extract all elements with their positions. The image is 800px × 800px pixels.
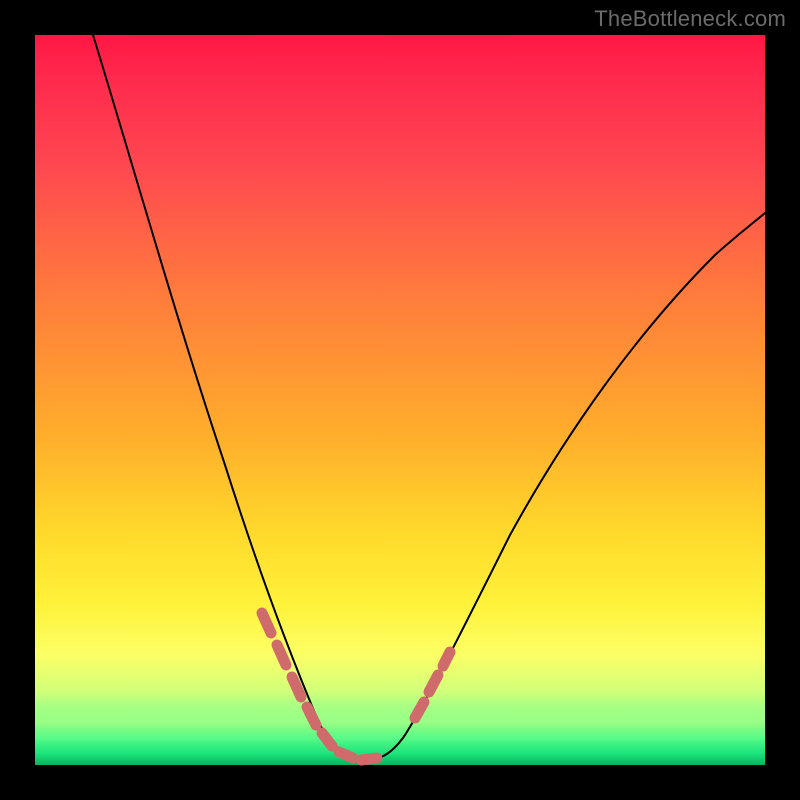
watermark-text: TheBottleneck.com bbox=[594, 6, 786, 32]
plot-area bbox=[35, 35, 765, 765]
bottleneck-curve-path bbox=[93, 35, 765, 760]
curve-layer bbox=[35, 35, 765, 765]
chart-frame: TheBottleneck.com bbox=[0, 0, 800, 800]
marker-segment-left bbox=[262, 613, 377, 760]
marker-segment-right bbox=[415, 652, 450, 718]
